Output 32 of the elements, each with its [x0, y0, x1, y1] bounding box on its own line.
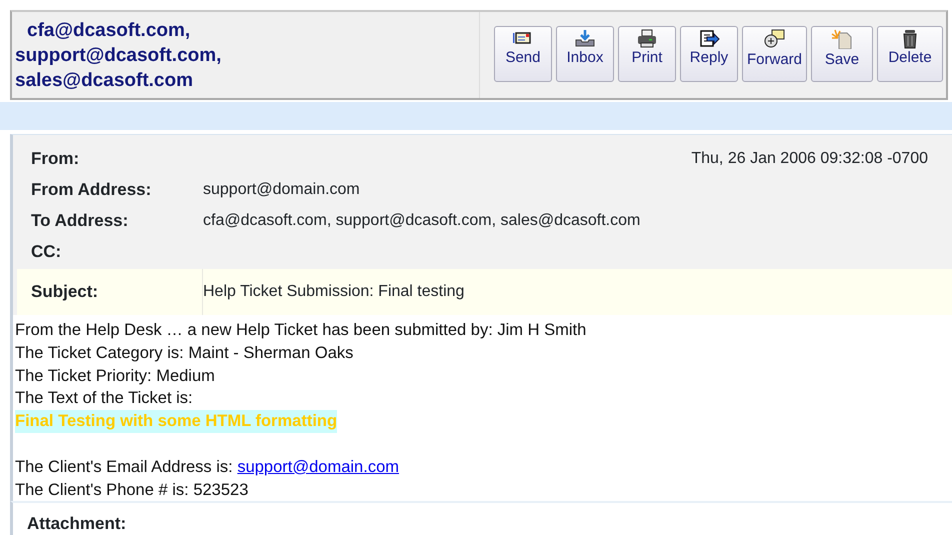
email-link[interactable]: support@domain.com — [237, 458, 399, 476]
toolbar-button[interactable]: Delete — [877, 26, 943, 82]
field-label: CC: — [30, 240, 62, 263]
body-text: The Ticket Priority: Medium — [15, 366, 216, 387]
field-value: support@domain.com — [203, 180, 360, 200]
field-label: Subject: — [17, 269, 203, 315]
recipient-text: sales@dcasoft.com — [15, 69, 194, 93]
field-value: Help Ticket Submission: Final testing — [203, 282, 464, 302]
highlighted-text: Final Testing with some HTML formatting — [15, 410, 338, 433]
toolbar-button[interactable]: Inbox — [556, 26, 614, 82]
field-label: From Address: — [30, 178, 152, 201]
new-document-icon — [831, 29, 853, 49]
toolbar-button[interactable]: Save — [811, 26, 873, 82]
body-text: The Ticket Category is: Maint - Sherman Oaks — [15, 342, 354, 364]
toolbar-button[interactable]: Forward — [742, 26, 807, 82]
field-label: From: — [30, 148, 80, 170]
body-text: The Client's Email Address is: support@domain.com — [15, 456, 400, 478]
attachment-label: Attachment: — [27, 514, 126, 534]
toolbar-button[interactable]: Send — [494, 26, 552, 82]
body-text: The Text of the Ticket is: — [15, 388, 194, 410]
recipient-text: support@dcasoft.com, — [15, 44, 222, 68]
toolbar-button[interactable]: Reply — [680, 26, 738, 82]
recipient-text: cfa@dcasoft.com, — [26, 19, 192, 43]
reply-icon — [698, 29, 720, 49]
body-text: From the Help Desk … a new Help Ticket has been submitted by: Jim H Smith — [15, 320, 588, 341]
toolbar-button[interactable]: Print — [618, 26, 676, 82]
printer-icon — [636, 29, 658, 49]
inbox-icon — [574, 29, 596, 49]
field-label: To Address: — [30, 210, 130, 232]
body-text: The Client's Phone # is: 523523 — [15, 480, 250, 501]
field-value: cfa@dcasoft.com, support@dcasoft.com, sales@dcasoft.com — [203, 210, 640, 230]
date-text: Thu, 26 Jan 2006 09:32:08 -0700 — [691, 148, 929, 168]
